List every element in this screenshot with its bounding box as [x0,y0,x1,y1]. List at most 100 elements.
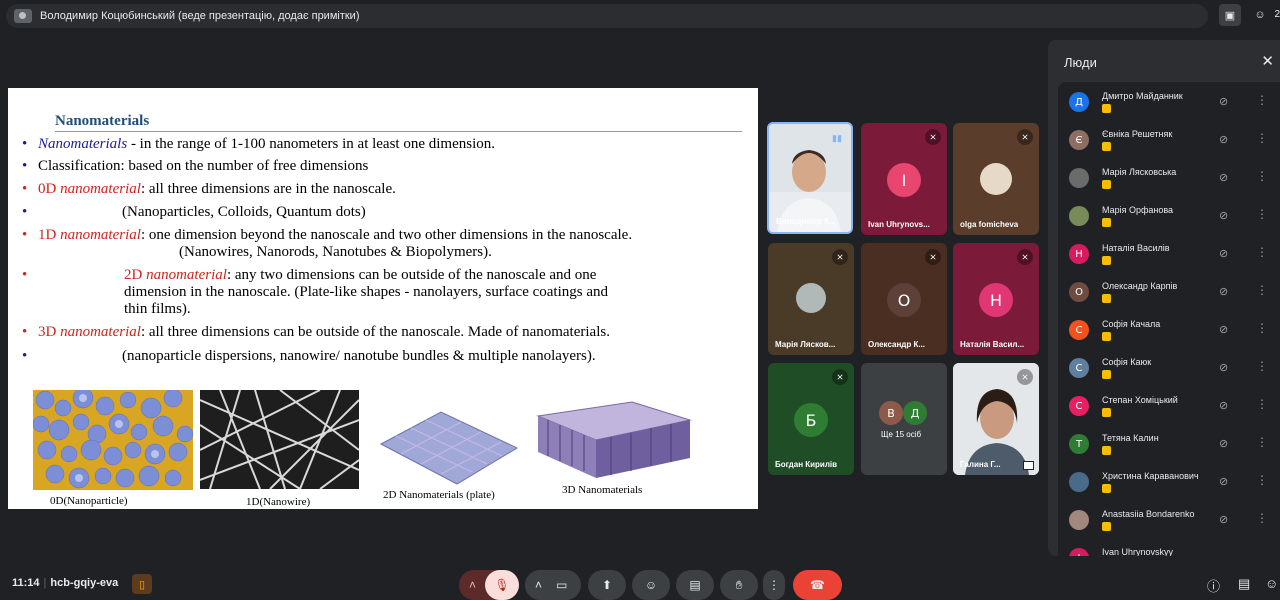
tile-halyna[interactable]: ⨯ Галина Г... [953,363,1039,475]
tile-nataliia[interactable]: ⨯ Н Наталія Васил... [953,243,1039,355]
bullet-2d: • 2D nanomaterial: any two dimensions ca… [22,267,609,317]
more-icon[interactable]: ⋮ [1256,511,1268,525]
more-options-button[interactable]: ⋮ [763,570,785,600]
more-icon[interactable]: ⋮ [1256,473,1268,487]
presenter-banner: Володимир Коцюбинський (веде презентацію… [6,4,1208,28]
avatar: Д [1069,92,1089,112]
pin-icon[interactable] [1023,461,1034,470]
mic-off-icon: ⨯ [832,249,848,265]
avatar [980,163,1012,195]
list-item[interactable]: С Степан Хоміцький ⊘ ⋮ [1058,386,1280,424]
emoji-icon: ☺ [644,578,658,592]
more-icon: ⋮ [768,578,780,592]
list-item[interactable]: О Олександр Карпів ⊘ ⋮ [1058,272,1280,310]
avatar: I [1069,548,1089,556]
list-item[interactable]: Anastasiia Bondarenko ⊘ ⋮ [1058,500,1280,538]
mic-off-icon: ⨯ [925,249,941,265]
more-icon[interactable]: ⋮ [1256,207,1268,221]
host-badge-icon [1102,142,1111,151]
present-button[interactable]: ⬆ [588,570,626,600]
list-item[interactable]: Марія Орфанова ⊘ ⋮ [1058,196,1280,234]
mic-off-icon: ⊘ [1219,210,1229,222]
avatar: Н [979,283,1013,317]
present-screen-icon: ⬆ [601,578,613,592]
list-item[interactable]: С Софія Качала ⊘ ⋮ [1058,310,1280,348]
host-badge-icon [1102,218,1111,227]
list-item[interactable]: I Ivan Uhrynovskyy [1058,538,1280,556]
avatar: С [1069,396,1089,416]
tile-mariia[interactable]: ⨯ Марія Лясков... [768,243,854,355]
mic-off-icon: ⨯ [1017,129,1033,145]
tile-presenter[interactable]: ▮▮ Володимир К... [767,122,853,234]
avatar: В [879,401,903,425]
tile-olga[interactable]: ⨯ olga fomicheva [953,123,1039,235]
close-icon[interactable]: ✕ [1261,52,1274,70]
avatar [1069,510,1089,530]
presenter-text: Володимир Коцюбинський (веде презентацію… [40,10,360,22]
mic-toggle-button[interactable]: 🎙︎ [485,570,519,600]
list-item[interactable]: Н Наталія Василів ⊘ ⋮ [1058,234,1280,272]
host-badge-icon [1102,484,1111,493]
people-panel: Люди ✕ Д Дмитро Майданник ⊘ ⋮ Є Євніка Р… [1048,40,1280,556]
bullet-1d: • 1D nanomaterial: one dimension beyond … [22,227,633,260]
more-icon[interactable]: ⋮ [1256,321,1268,335]
hang-up-icon: ☎ [810,578,825,592]
chat-icon[interactable]: ▤ [1238,576,1250,592]
caption-1d: 1D(Nanowire) [246,496,311,508]
tile-bohdan[interactable]: ⨯ Б Богдан Кирилів [768,363,854,475]
more-icon[interactable]: ⋮ [1256,245,1268,259]
mic-off-icon: ⊘ [1219,476,1229,488]
speaking-icon: ▮▮ [832,132,842,143]
avatar: Д [903,401,927,425]
avatar: С [1069,358,1089,378]
mic-off-icon: ⊘ [1219,324,1229,336]
3d-nanomaterial-image [536,400,692,480]
more-icon[interactable]: ⋮ [1256,283,1268,297]
host-badge-icon [1102,104,1111,113]
more-icon[interactable]: ⋮ [1256,169,1268,183]
list-item[interactable]: Є Євніка Решетняк ⊘ ⋮ [1058,120,1280,158]
list-item[interactable]: Христина Караванович ⊘ ⋮ [1058,462,1280,500]
list-item[interactable]: Д Дмитро Майданник ⊘ ⋮ [1058,82,1280,120]
presentation-slide: Nanomaterials • Nanomaterials - in the r… [8,88,758,509]
list-item[interactable]: С Софія Каюк ⊘ ⋮ [1058,348,1280,386]
more-icon[interactable]: ⋮ [1256,131,1268,145]
meeting-code: hcb-gqiy-eva [50,577,119,589]
emoji-button[interactable]: ☺ [632,570,670,600]
participants-count-icon[interactable]: ☺ [1250,4,1270,26]
tile-oleksandr[interactable]: ⨯ О Олександр К... [861,243,947,355]
list-item[interactable]: Т Тетяна Калин ⊘ ⋮ [1058,424,1280,462]
mic-off-icon: ⊘ [1219,248,1229,260]
tile-more-people[interactable]: В Д Ще 15 осіб [861,363,947,475]
people-list: Д Дмитро Майданник ⊘ ⋮ Є Євніка Решетняк… [1058,82,1280,556]
tile-ivan[interactable]: ⨯ I Ivan Uhrynovs... [861,123,947,235]
more-icon[interactable]: ⋮ [1256,397,1268,411]
more-icon[interactable]: ⋮ [1256,93,1268,107]
meet-window: Володимир Коцюбинський (веде презентацію… [0,0,1280,600]
nanoplate-image [379,408,519,488]
avatar: Є [1069,130,1089,150]
avatar [1069,168,1089,188]
more-icon[interactable]: ⋮ [1256,359,1268,373]
slide-title: Nanomaterials [55,113,150,129]
layout-icon[interactable]: ▣ [1219,4,1241,26]
camera-options-button[interactable]: ˄ ▭ [525,570,581,600]
info-icon[interactable]: ⓘ [1207,576,1220,595]
bullet-classification: • Classification: based on the number of… [22,158,369,174]
list-item[interactable]: Марія Лясковська ⊘ ⋮ [1058,158,1280,196]
mic-off-icon: ⊘ [1219,400,1229,412]
avatar: С [1069,320,1089,340]
host-badge-icon [1102,522,1111,531]
people-icon[interactable]: ☺ [1265,576,1278,591]
captions-button[interactable]: ▤ [676,570,714,600]
raise-hand-button[interactable]: ✋︎ [720,570,758,600]
host-badge-icon [1102,256,1111,265]
avatar [1069,472,1089,492]
bullet-3d: • 3D nanomaterial: all three dimensions … [22,324,610,340]
door-icon[interactable]: ▯ [132,574,152,594]
host-badge-icon [1102,294,1111,303]
more-icon[interactable]: ⋮ [1256,435,1268,449]
mic-off-icon: ⊘ [1219,96,1229,108]
leave-call-button[interactable]: ☎ [793,570,842,600]
caption-2d: 2D Nanomaterials (plate) [383,489,495,501]
